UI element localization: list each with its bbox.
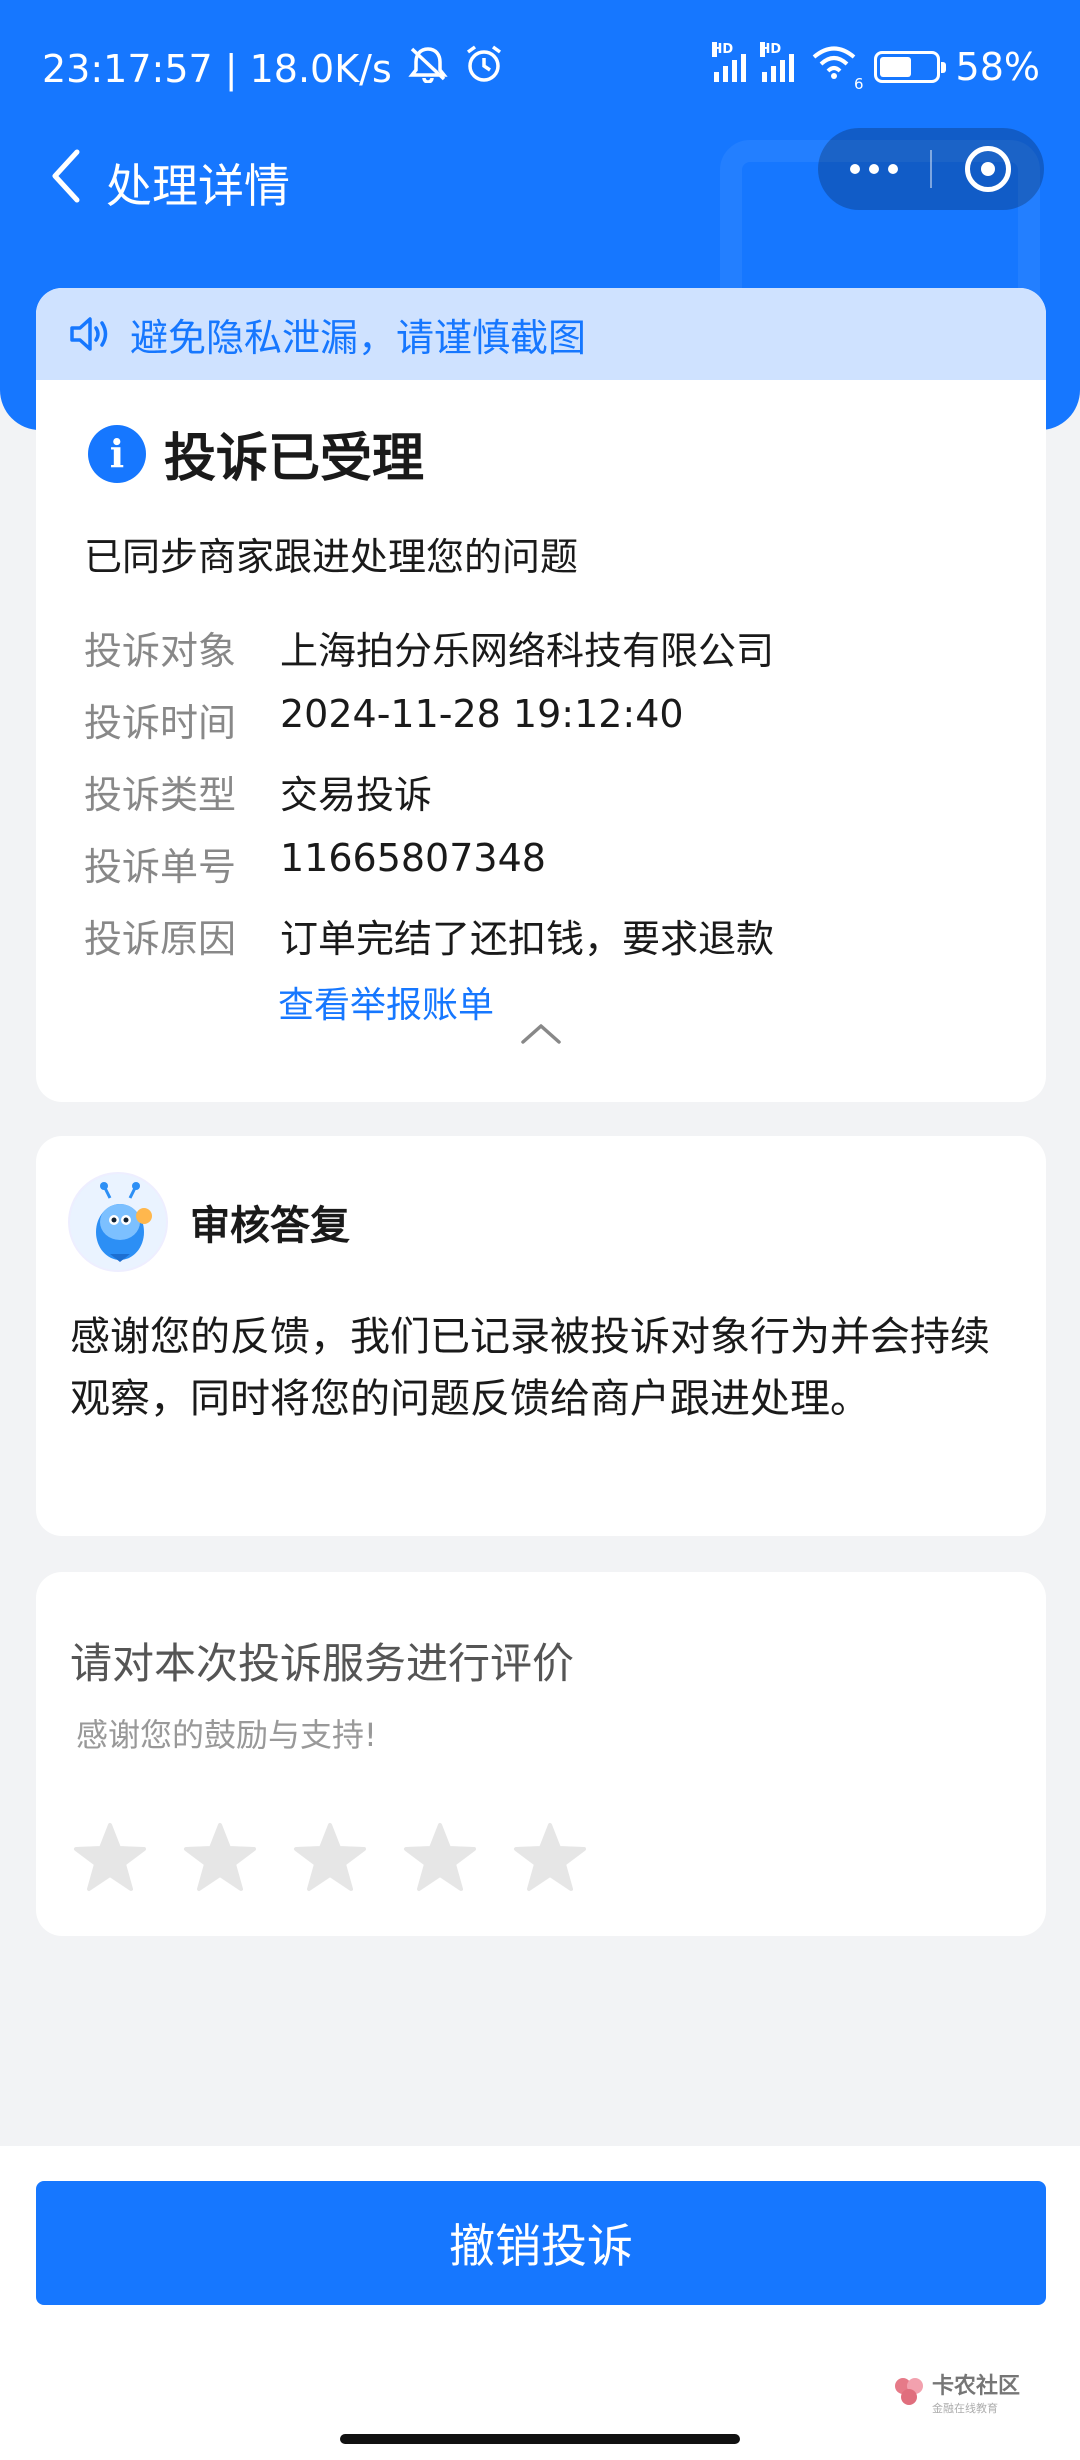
wifi-icon: 6 [810,44,864,93]
detail-label: 投诉类型 [84,773,237,817]
detail-row-number: 投诉单号 11665807348 [84,836,546,891]
privacy-notice-text: 避免隐私泄漏，请谨慎截图 [130,315,587,360]
cancel-complaint-button[interactable]: 撤销投诉 [36,2181,1046,2305]
view-report-bill-link[interactable]: 查看举报账单 [278,976,494,1028]
battery-icon [873,50,946,83]
service-rating-card: 请对本次投诉服务进行评价 感谢您的鼓励与支持! [36,1572,1046,1936]
navigation-bar: 处理详情 [0,128,1080,238]
reviewer-avatar [68,1172,168,1272]
watermark-subtext: 金融在线教育 [931,2402,998,2415]
home-indicator[interactable] [340,2434,740,2444]
complaint-status: 投诉已受理 [164,429,425,489]
close-mini-program-button[interactable] [932,128,1044,210]
detail-value: 2024-11-28 19:12:40 [280,692,684,736]
watermark: 卡农社区 金融在线教育 [892,2368,1020,2416]
detail-value: 交易投诉 [280,773,433,817]
signal-icon-sim2: HD [759,41,794,82]
status-time-speed: 23:17:57 | 18.0K/s [42,46,392,91]
detail-label: 投诉时间 [84,701,237,745]
detail-value: 上海拍分乐网络科技有限公司 [280,629,775,673]
chevron-up-icon [521,1024,561,1044]
alarm-icon [464,44,504,93]
rating-title: 请对本次投诉服务进行评价 [70,1639,575,1688]
star-icon-1[interactable] [72,1820,148,1896]
star-icon-2[interactable] [182,1820,258,1896]
collapse-button[interactable] [518,1020,564,1050]
detail-label: 投诉原因 [84,917,237,961]
detail-row-type: 投诉类型 交易投诉 [84,764,432,819]
detail-label: 投诉对象 [84,629,237,673]
review-reply-card: 审核答复 感谢您的反馈，我们已记录被投诉对象行为并会持续观察，同时将您的问题反馈… [36,1136,1046,1536]
mini-program-capsule [818,128,1044,210]
star-rating [72,1820,588,1896]
star-icon-3[interactable] [292,1820,368,1896]
watermark-text: 卡农社区 [931,2374,1020,2399]
speaker-icon [70,317,108,351]
detail-value: 11665807348 [280,836,546,880]
bottom-action-area: 撤销投诉 卡农社区 金融在线教育 [0,2146,1080,2460]
page-title: 处理详情 [106,159,290,213]
star-icon-4[interactable] [402,1820,478,1896]
hd-label: HD [759,41,782,57]
chevron-left-icon [52,149,80,203]
detail-label: 投诉单号 [84,845,237,889]
back-button[interactable] [30,136,100,216]
review-title: 审核答复 [190,1203,350,1249]
complaint-status-description: 已同步商家跟进处理您的问题 [84,535,579,579]
battery-percent: 58% [955,44,1040,89]
rating-subtitle: 感谢您的鼓励与支持! [76,1716,377,1754]
star-icon-5[interactable] [512,1820,588,1896]
privacy-notice-banner: 避免隐私泄漏，请谨慎截图 [36,288,1046,380]
more-button[interactable] [818,128,930,210]
hd-label: HD [711,41,734,57]
info-icon: i [88,424,146,483]
signal-icon-sim1: HD [711,41,746,82]
watermark-logo-icon [894,2378,923,2405]
detail-row-time: 投诉时间 2024-11-28 19:12:40 [84,692,684,747]
target-icon [965,146,1011,192]
mute-icon [406,45,450,92]
status-bar: 23:17:57 | 18.0K/s HD HD 6 58% [0,0,1080,130]
detail-row-reason: 投诉原因 订单完结了还扣钱，要求退款 [84,908,774,963]
detail-value: 订单完结了还扣钱，要求退款 [280,917,775,961]
wifi-version-label: 6 [853,75,864,93]
complaint-status-card: 避免隐私泄漏，请谨慎截图 i 投诉已受理 已同步商家跟进处理您的问题 投诉对象 … [36,288,1046,1102]
detail-row-target: 投诉对象 上海拍分乐网络科技有限公司 [84,620,774,675]
review-reply-text: 感谢您的反馈，我们已记录被投诉对象行为并会持续观察，同时将您的问题反馈给商户跟进… [70,1314,990,1422]
